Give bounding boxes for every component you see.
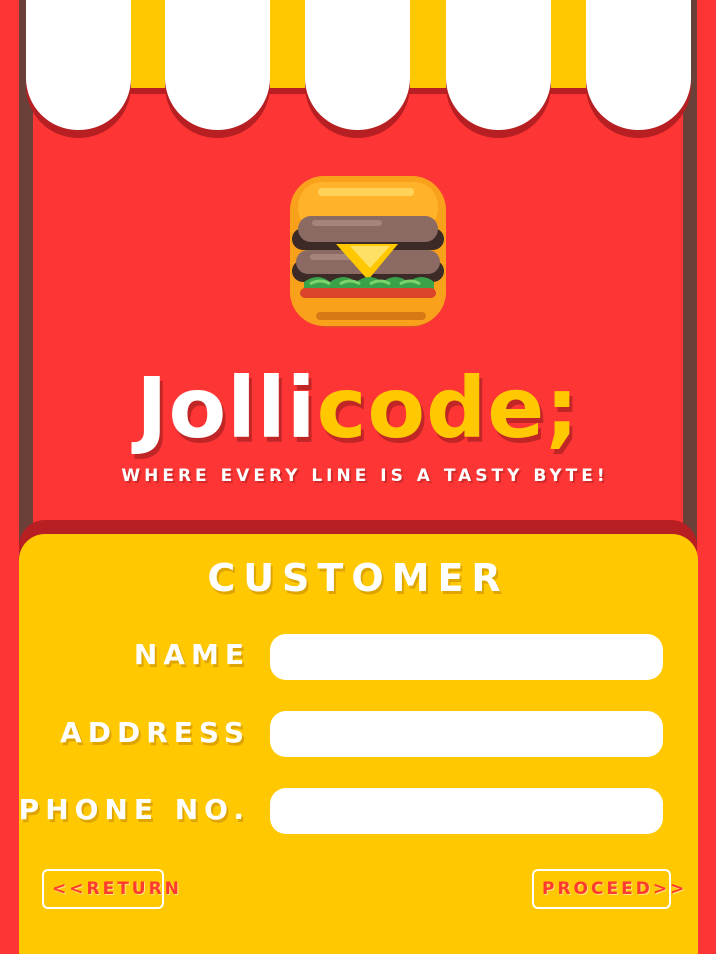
awning-scallop (305, 0, 410, 130)
phone-input[interactable] (270, 788, 663, 834)
awning-scallop (586, 0, 691, 130)
tagline: WHERE EVERY LINE IS A TASTY BYTE! (121, 466, 609, 486)
brand-name-white: Jolli (136, 359, 317, 457)
address-label: ADDRESS (60, 716, 250, 749)
phone-label: PHONE NO. (18, 793, 250, 826)
name-input[interactable] (270, 634, 663, 680)
customer-form-title: CUSTOMER (207, 556, 509, 600)
awning-scallop (165, 0, 270, 130)
burger-icon (290, 176, 446, 328)
awning-scallop (26, 0, 131, 130)
proceed-button[interactable]: PROCEED>> (532, 869, 684, 909)
brand-name-yellow: code; (316, 359, 580, 457)
awning (0, 0, 716, 140)
name-label: NAME (133, 638, 250, 671)
address-input[interactable] (270, 711, 663, 757)
return-button[interactable]: <<RETURN (42, 869, 179, 909)
awning-scallop (446, 0, 551, 130)
brand-title: Jollicode; (0, 358, 716, 458)
